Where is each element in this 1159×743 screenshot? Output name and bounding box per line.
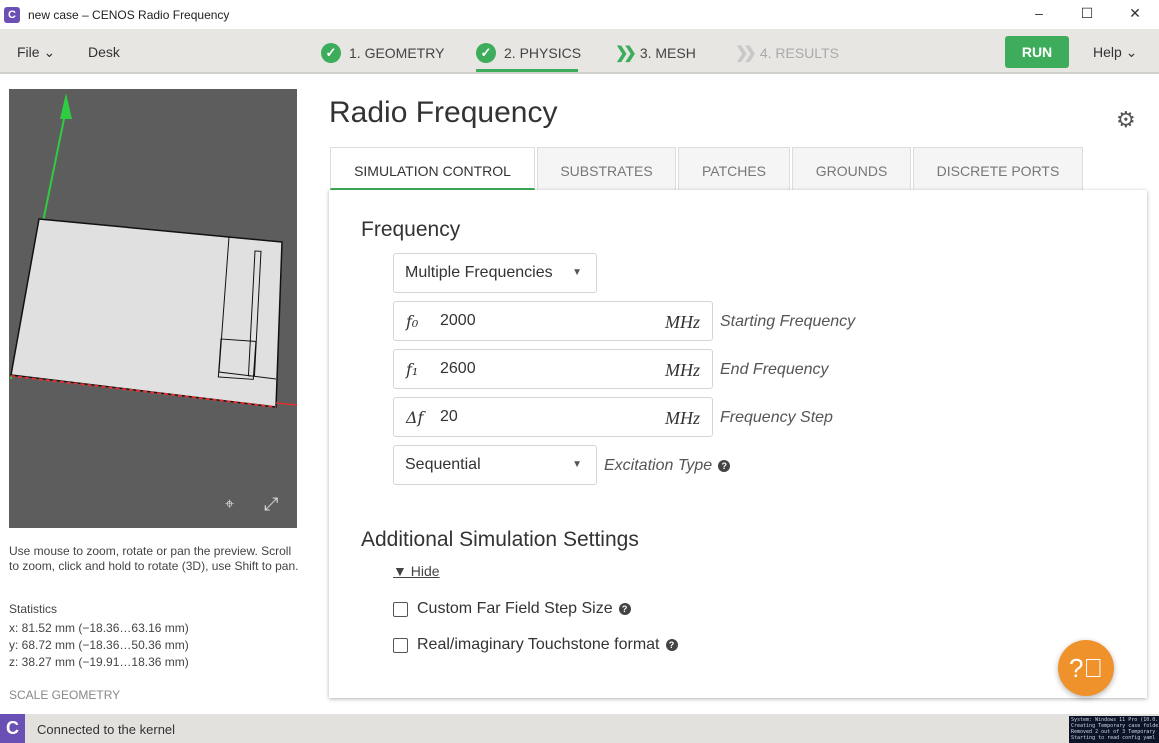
unit: MHz — [665, 312, 700, 332]
tab-bar: SIMULATION CONTROL SUBSTRATES PATCHES GR… — [330, 147, 1083, 190]
window-title: new case – CENOS Radio Frequency — [28, 7, 230, 22]
file-menu[interactable]: File ⌄ — [17, 44, 55, 61]
step-results: ❯❯ 4. RESULTS — [735, 41, 839, 65]
label-text: Excitation Type — [604, 457, 713, 474]
step-mesh[interactable]: ❯❯ 3. MESH — [615, 41, 696, 65]
active-step-indicator — [476, 69, 578, 72]
simulation-control-panel: Frequency Multiple Frequencies ▼ f₀ 2000 MH… — [329, 190, 1147, 698]
step-label: 2. PHYSICS — [504, 45, 582, 61]
double-chevron-icon: ❯❯ — [615, 45, 637, 62]
scale-geometry-button[interactable]: SCALE GEOMETRY — [9, 688, 120, 702]
console-preview[interactable]: System: Windows 11 Pro (10.0. Creating T… — [1069, 716, 1159, 743]
check-icon: ✓ — [321, 43, 341, 63]
dropdown-arrow-icon: ▼ — [572, 459, 582, 470]
checkbox-icon[interactable] — [393, 637, 408, 653]
stat-z: z: 38.27 mm (−19.91…18.36 mm) — [9, 655, 189, 669]
hide-toggle[interactable]: ▼ Hide — [393, 563, 440, 579]
tab-grounds[interactable]: GROUNDS — [792, 147, 911, 190]
help-icon[interactable]: ? — [665, 639, 678, 651]
value[interactable]: 20 — [440, 408, 458, 426]
symbol: f₀ — [406, 312, 419, 331]
run-button[interactable]: RUN — [1005, 36, 1069, 68]
step-label: 4. RESULTS — [759, 45, 839, 61]
touchstone-format-checkbox[interactable]: Real/imaginary Touchstone format? — [393, 636, 678, 654]
axis-arrow-icon — [60, 93, 72, 119]
console-line: Starting to read config yaml — [1071, 735, 1156, 741]
frequency-mode-select[interactable]: Multiple Frequencies ▼ — [393, 253, 597, 293]
preview-help: Use mouse to zoom, rotate or pan the pre… — [9, 544, 299, 573]
end-frequency-field[interactable]: f₁ 2600 MHz — [393, 349, 713, 389]
minimize-button[interactable]: – — [1015, 0, 1063, 29]
unit: MHz — [665, 408, 700, 428]
value[interactable]: 2600 — [440, 360, 476, 378]
checkbox-label: Custom Far Field Step Size — [417, 600, 613, 617]
symbol: Δf — [406, 408, 424, 427]
menu-bar: File ⌄ Desk ✓ 1. GEOMETRY ✓ 2. PHYSICS ❯❯ 3… — [0, 29, 1159, 74]
custom-far-field-checkbox[interactable]: Custom Far Field Step Size? — [393, 600, 631, 618]
start-frequency-field[interactable]: f₀ 2000 MHz — [393, 301, 713, 341]
geometry-render — [10, 93, 297, 408]
start-frequency-label: Starting Frequency — [720, 313, 856, 330]
symbol: f₁ — [406, 360, 419, 379]
tab-simulation-control[interactable]: SIMULATION CONTROL — [330, 147, 535, 190]
value[interactable]: 2000 — [440, 312, 476, 330]
select-value: Multiple Frequencies — [405, 264, 553, 281]
select-value: Sequential — [405, 456, 481, 473]
page-title: Radio Frequency — [329, 96, 558, 129]
excitation-type-label: Excitation Type? — [604, 457, 731, 475]
tab-substrates[interactable]: SUBSTRATES — [537, 147, 676, 190]
frequency-heading: Frequency — [361, 218, 461, 241]
statistics: Statistics x: 81.52 mm (−18.36…63.16 mm)… — [9, 601, 189, 671]
help-menu[interactable]: Help ⌄ — [1093, 44, 1137, 61]
step-physics[interactable]: ✓ 2. PHYSICS — [476, 41, 581, 65]
step-label: 3. MESH — [639, 45, 696, 61]
end-frequency-label: End Frequency — [720, 361, 829, 378]
help-icon[interactable]: ? — [618, 603, 631, 615]
excitation-type-select[interactable]: Sequential ▼ — [393, 445, 597, 485]
additional-settings-heading: Additional Simulation Settings — [361, 528, 639, 551]
gear-icon[interactable]: ⚙ — [1116, 107, 1136, 133]
cenos-logo-icon: C — [0, 714, 25, 743]
stat-x: x: 81.52 mm (−18.36…63.16 mm) — [9, 621, 189, 635]
checkbox-icon[interactable] — [393, 601, 408, 617]
unit: MHz — [665, 360, 700, 380]
question-icon: ?⃝ — [1069, 653, 1103, 683]
statistics-title: Statistics — [9, 602, 58, 616]
frequency-step-label: Frequency Step — [720, 409, 833, 426]
expand-icon[interactable]: ⤢ — [264, 494, 278, 515]
frequency-step-field[interactable]: Δf 20 MHz — [393, 397, 713, 437]
step-geometry[interactable]: ✓ 1. GEOMETRY — [321, 41, 444, 65]
step-label: 1. GEOMETRY — [349, 45, 445, 61]
title-bar: C new case – CENOS Radio Frequency – ☐ ✕ — [0, 0, 1159, 29]
kernel-status: Connected to the kernel — [37, 722, 176, 737]
maximize-button[interactable]: ☐ — [1063, 0, 1111, 29]
checkbox-label: Real/imaginary Touchstone format — [417, 636, 660, 653]
fit-view-icon[interactable]: ⌖ — [225, 496, 234, 514]
desk-menu[interactable]: Desk — [88, 44, 120, 60]
help-chat-button[interactable]: ?⃝ — [1058, 640, 1114, 696]
help-icon[interactable]: ? — [718, 459, 731, 472]
3d-preview[interactable]: ⌖ ⤢ — [9, 89, 297, 528]
dropdown-arrow-icon: ▼ — [572, 267, 582, 278]
app-logo-icon: C — [4, 6, 20, 23]
tab-discrete-ports[interactable]: DISCRETE PORTS — [913, 147, 1083, 190]
double-chevron-icon: ❯❯ — [735, 45, 757, 62]
status-bar: C Connected to the kernel System: Window… — [0, 714, 1159, 743]
stat-y: y: 68.72 mm (−18.36…50.36 mm) — [9, 638, 189, 652]
close-button[interactable]: ✕ — [1111, 0, 1159, 29]
tab-patches[interactable]: PATCHES — [678, 147, 790, 190]
check-icon: ✓ — [476, 43, 496, 63]
